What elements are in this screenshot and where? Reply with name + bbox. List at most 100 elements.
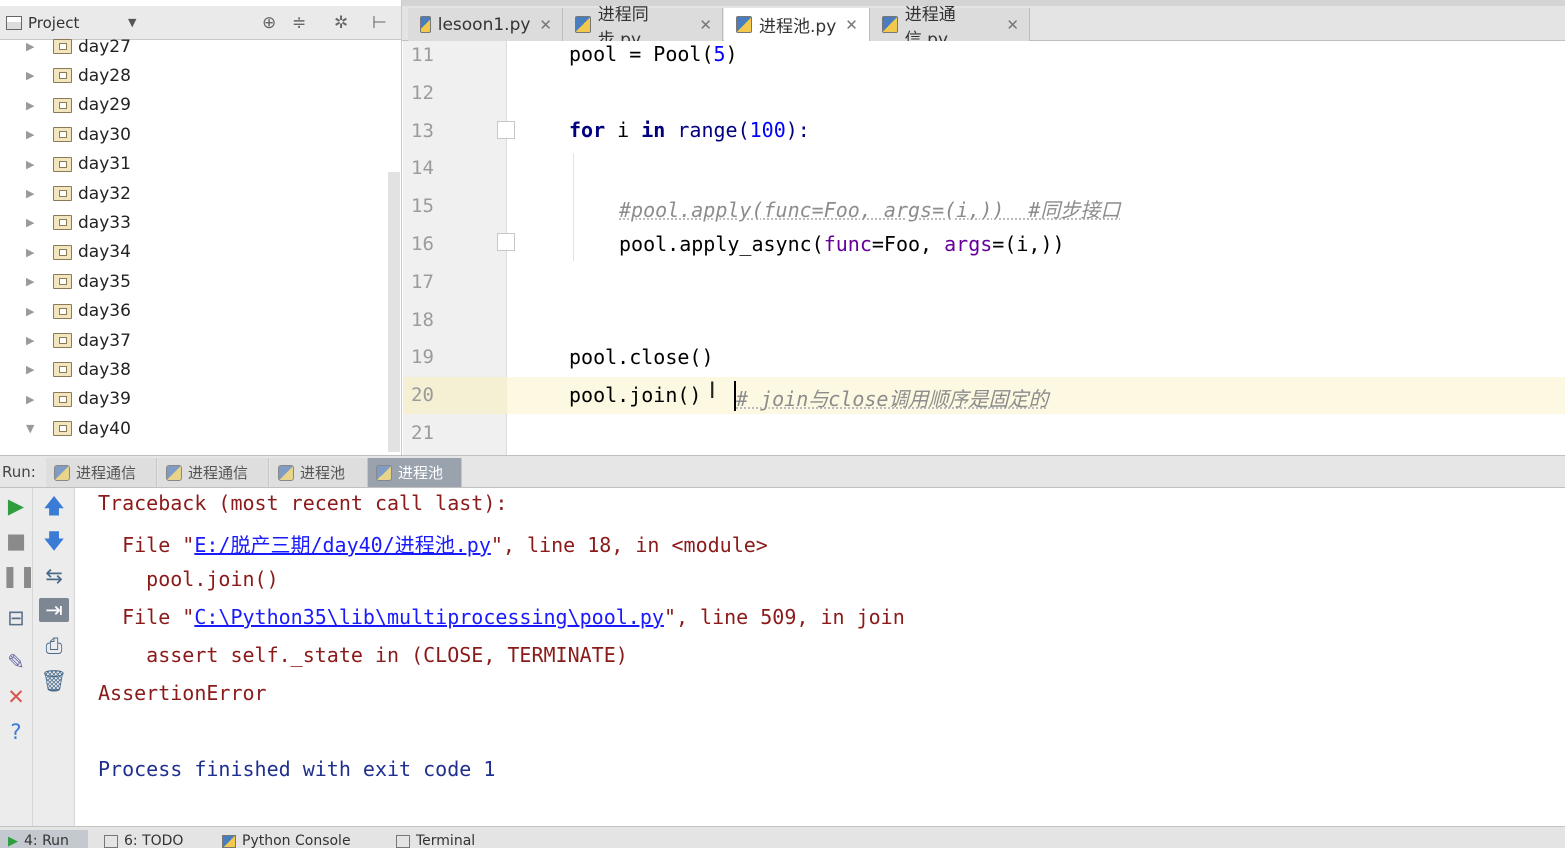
console-code-line-1: pool.join() <box>98 567 279 591</box>
run-tab-label: 进程池 <box>398 464 444 482</box>
trash-icon[interactable]: 🗑 <box>39 669 69 693</box>
tree-folder-label: day32 <box>78 183 131 204</box>
todo-icon <box>104 834 118 848</box>
tree-folder-day31[interactable]: ▶ day31 <box>0 150 388 179</box>
tree-folder-label: day36 <box>78 301 131 322</box>
python-file-icon <box>575 16 591 33</box>
chevron-right-icon[interactable]: ▶ <box>26 334 34 347</box>
chevron-down-icon[interactable]: ▼ <box>128 16 136 29</box>
close-icon[interactable]: ✕ <box>699 16 712 34</box>
line-number: 19 <box>411 346 434 369</box>
chevron-right-icon[interactable]: ▶ <box>26 275 34 288</box>
gear-icon[interactable]: ✲ <box>334 13 348 33</box>
tree-folder-day35[interactable]: ▶ day35 <box>0 267 388 296</box>
tab-lesoon1[interactable]: lesoon1.py ✕ <box>408 8 563 41</box>
print-icon[interactable]: ⎙ <box>39 634 69 658</box>
chevron-right-icon[interactable]: ▶ <box>26 99 34 112</box>
chevron-right-icon[interactable]: ▶ <box>26 187 34 200</box>
tree-folder-day37[interactable]: ▶ day37 <box>0 326 388 355</box>
close-icon[interactable]: ✕ <box>1 685 31 709</box>
chevron-right-icon[interactable]: ▶ <box>26 128 34 141</box>
run-tab-process-pool-2[interactable]: 进程池 <box>368 458 462 487</box>
source-file-link[interactable]: E:/脱产三期/day40/进程池.py <box>194 533 491 557</box>
tree-folder-day32[interactable]: ▶ day32 <box>0 179 388 208</box>
tab-label: 进程池.py <box>759 17 837 37</box>
tree-folder-day29[interactable]: ▶ day29 <box>0 91 388 120</box>
code-line-20: pool.join() <box>569 383 702 407</box>
chevron-down-icon[interactable]: ▼ <box>26 422 34 435</box>
tree-folder-day40[interactable]: ▼ day40 <box>0 414 388 443</box>
arrow-down-icon[interactable]: 🡇 <box>39 529 69 553</box>
code-editor[interactable]: 11 12 13 14 15 16 17 18 19 20 21 pool = Pool(5) fo… <box>403 41 1565 455</box>
close-icon[interactable]: ✕ <box>1006 16 1019 34</box>
rerun-icon[interactable]: ▶ <box>1 494 31 518</box>
run-tab-label: 进程通信 <box>188 464 249 482</box>
code-line-13: for i in range(100): <box>569 118 810 142</box>
tree-folder-day39[interactable]: ▶ day39 <box>0 385 388 414</box>
chevron-right-icon[interactable]: ▶ <box>26 40 34 53</box>
stop-icon[interactable]: ■ <box>1 529 31 553</box>
tab-process-comm[interactable]: 进程通信.py ✕ <box>870 5 1030 50</box>
code-line-19: pool.close() <box>569 345 714 369</box>
tree-folder-label: day30 <box>78 124 131 145</box>
close-icon[interactable]: ✕ <box>845 16 858 34</box>
run-toolbar-secondary: 🡅 🡇 ⇆ ⇥ ⎙ 🗑 <box>33 488 75 826</box>
collapse-all-icon[interactable]: ≑ <box>292 13 306 33</box>
folder-icon <box>53 362 72 378</box>
fold-marker[interactable] <box>497 233 515 251</box>
tree-folder-day30[interactable]: ▶ day30 <box>0 120 388 149</box>
run-tab-process-pool-1[interactable]: 进程池 <box>270 458 368 487</box>
tree-folder-day27[interactable]: ▶ day27 <box>0 32 388 61</box>
tree-folder-label: day28 <box>78 65 131 86</box>
chevron-right-icon[interactable]: ▶ <box>26 363 34 376</box>
line-number: 12 <box>411 81 434 104</box>
close-icon[interactable]: ✕ <box>539 16 552 34</box>
tree-folder-day36[interactable]: ▶ day36 <box>0 297 388 326</box>
run-tab-process-comm-1[interactable]: 进程通信 <box>46 458 157 487</box>
project-icon <box>6 16 22 30</box>
tree-folder-day28[interactable]: ▶ day28 <box>0 61 388 90</box>
todo-tool-button[interactable]: 6: TODO <box>96 830 191 848</box>
tab-process-pool[interactable]: 进程池.py ✕ <box>724 8 870 42</box>
tree-folder-day34[interactable]: ▶ day34 <box>0 238 388 267</box>
folder-icon <box>53 127 72 143</box>
help-icon[interactable]: ? <box>1 720 31 744</box>
python-console-tool-button[interactable]: Python Console <box>214 830 359 848</box>
tab-process-sync[interactable]: 进程同步.py ✕ <box>563 5 723 50</box>
pin-tab-icon[interactable]: ✎ <box>1 650 31 674</box>
console-finished-line: Process finished with exit code 1 <box>98 757 496 781</box>
run-console-output[interactable]: Traceback (most recent call last): File … <box>75 488 1565 826</box>
run-label: Run: <box>2 463 36 481</box>
project-scrollbar[interactable] <box>388 172 400 452</box>
chevron-right-icon[interactable]: ▶ <box>26 158 34 171</box>
tree-folder-label: day31 <box>78 154 131 175</box>
run-tool-button[interactable]: ▶ 4: Run <box>0 830 88 848</box>
hide-panel-icon[interactable]: ⊢ <box>372 13 387 33</box>
chevron-right-icon[interactable]: ▶ <box>26 305 34 318</box>
scroll-to-end-icon[interactable]: ⇥ <box>39 598 69 622</box>
soft-wrap-icon[interactable]: ⇆ <box>39 564 69 588</box>
run-tab-bar: Run: 进程通信 进程通信 进程池 进程池 <box>0 455 1565 488</box>
fold-marker[interactable] <box>497 121 515 139</box>
run-icon: ▶ <box>8 833 18 848</box>
scroll-from-source-icon[interactable]: ⊕ <box>262 13 276 33</box>
editor-tab-bar: lesoon1.py ✕ 进程同步.py ✕ 进程池.py ✕ 进程通信.py … <box>402 5 1565 50</box>
code-line-16: pool.apply_async(func=Foo, args=(i,)) <box>619 232 1065 256</box>
folder-icon <box>53 274 72 290</box>
arrow-up-icon[interactable]: 🡅 <box>39 494 69 518</box>
run-tool-label: 4: Run <box>24 833 69 848</box>
library-file-link[interactable]: C:\Python35\lib\multiprocessing\pool.py <box>194 605 664 629</box>
chevron-right-icon[interactable]: ▶ <box>26 216 34 229</box>
line-number: 18 <box>411 308 434 331</box>
restore-layout-icon[interactable]: ⊟ <box>1 606 31 630</box>
tree-folder-day38[interactable]: ▶ day38 <box>0 355 388 384</box>
pause-icon[interactable]: ❚❚ <box>1 564 36 588</box>
chevron-right-icon[interactable]: ▶ <box>26 393 34 406</box>
chevron-right-icon[interactable]: ▶ <box>26 246 34 259</box>
tree-folder-label: day34 <box>78 242 131 263</box>
chevron-right-icon[interactable]: ▶ <box>26 69 34 82</box>
terminal-tool-button[interactable]: Terminal <box>388 830 483 848</box>
tree-folder-day33[interactable]: ▶ day33 <box>0 208 388 237</box>
code-line-15: #pool.apply(func=Foo, args=(i,)) #同步接口 <box>619 198 1121 222</box>
run-tab-process-comm-2[interactable]: 进程通信 <box>158 458 269 487</box>
